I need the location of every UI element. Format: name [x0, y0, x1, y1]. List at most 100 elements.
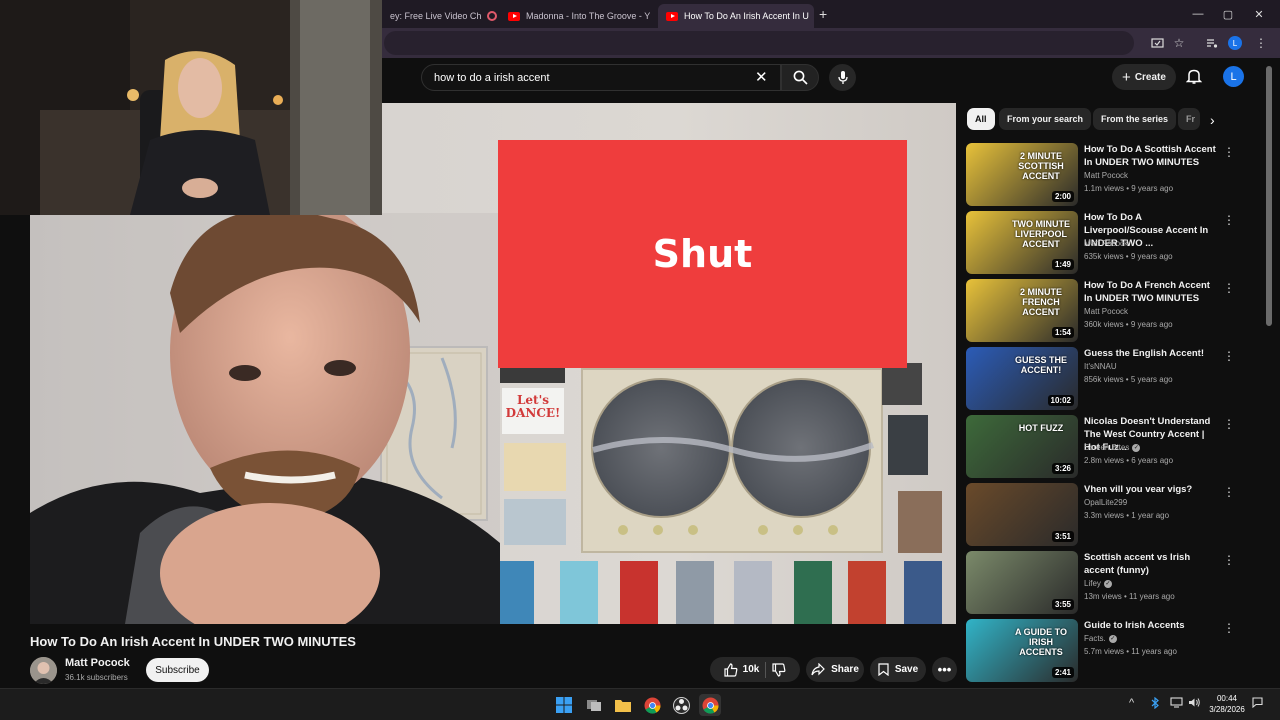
windows-start-icon[interactable] — [553, 694, 575, 716]
recommendation-item[interactable]: 3:55 Scottish accent vs Irish accent (fun… — [966, 551, 1235, 615]
chip-all[interactable]: All — [967, 108, 995, 130]
tab-irish-accent[interactable]: How To Do An Irish Accent In U ✕ — [658, 4, 814, 28]
recommendation-item[interactable]: GUESS THE ACCENT! 10:02 Guess the English … — [966, 347, 1235, 411]
dislike-button[interactable] — [772, 662, 786, 677]
more-vertical-icon[interactable]: ⋮ — [1223, 213, 1235, 227]
chip-from-your-search[interactable]: From your search — [999, 108, 1092, 130]
recommendation-channel[interactable]: Lifey ✓ — [1084, 579, 1112, 588]
video-thumbnail[interactable]: 3:51 — [966, 483, 1078, 546]
recommendation-meta: 2.8m views • 6 years ago — [1084, 456, 1174, 465]
video-duration: 10:02 — [1047, 395, 1074, 406]
video-thumbnail[interactable]: HOT FUZZ 3:26 — [966, 415, 1078, 478]
tab-twitch[interactable]: ey: Free Live Video Ch ✕ — [382, 4, 500, 28]
video-thumbnail[interactable]: 2 MINUTE SCOTTISH ACCENT 2:00 — [966, 143, 1078, 206]
clear-search-icon[interactable]: ✕ — [755, 68, 768, 86]
verified-badge-icon: ✓ — [1103, 579, 1112, 588]
recommendation-item[interactable]: 2 MINUTE SCOTTISH ACCENT 2:00 How To Do A … — [966, 143, 1235, 207]
channel-name: Matt Pocock — [1084, 307, 1129, 316]
recommendation-channel[interactable]: Matt Pocock — [1084, 307, 1128, 316]
media-icon[interactable] — [1203, 34, 1221, 52]
kebab-menu-icon[interactable]: ⋮ — [1252, 34, 1270, 52]
like-dislike-group: 10k — [710, 657, 800, 682]
address-bar[interactable] — [384, 31, 1134, 55]
recommendation-title[interactable]: Guess the English Accent! — [1084, 347, 1220, 360]
chrome-icon[interactable] — [641, 694, 663, 716]
obs-icon[interactable] — [670, 694, 692, 716]
recommendation-item[interactable]: 3:51 Vhen vill you vear vigs? OpalLite299 3… — [966, 483, 1235, 547]
notifications-bell-icon[interactable] — [1185, 68, 1203, 90]
voice-search-button[interactable] — [829, 64, 856, 91]
recommendation-channel[interactable]: Screen Bites ✓ — [1084, 443, 1141, 452]
recommendation-channel[interactable]: OpalLite299 — [1084, 498, 1127, 507]
subscribe-button[interactable]: Subscribe — [146, 658, 209, 682]
more-vertical-icon[interactable]: ⋮ — [1223, 281, 1235, 295]
recommendation-item[interactable]: A GUIDE TO IRISH ACCENTS 2:41 Guide to Iri… — [966, 619, 1235, 683]
more-vertical-icon[interactable]: ⋮ — [1223, 145, 1235, 159]
recommendation-item[interactable]: HOT FUZZ 3:26 Nicolas Doesn't Understand T… — [966, 415, 1235, 479]
bluetooth-icon[interactable] — [1150, 696, 1160, 712]
like-button[interactable]: 10k — [724, 662, 760, 677]
channel-name: Lifey — [1084, 579, 1101, 588]
recommendation-title[interactable]: How To Do A Scottish Accent In UNDER TWO… — [1084, 143, 1220, 169]
network-icon[interactable] — [1170, 697, 1183, 711]
recommendation-channel[interactable]: Matt Pocock — [1084, 171, 1128, 180]
bookmark-icon — [878, 663, 889, 676]
close-window-button[interactable]: ✕ — [1244, 4, 1274, 24]
account-avatar[interactable]: L — [1223, 66, 1244, 87]
recommendation-title[interactable]: How To Do A French Accent In UNDER TWO M… — [1084, 279, 1220, 305]
share-button[interactable]: Share — [806, 657, 864, 682]
save-button[interactable]: Save — [870, 657, 926, 682]
video-thumbnail[interactable]: 2 MINUTE FRENCH ACCENT 1:54 — [966, 279, 1078, 342]
recommendation-channel[interactable]: Matt Pocock — [1084, 239, 1128, 248]
tab-madonna[interactable]: Madonna - Into The Groove - Y ✕ — [500, 4, 656, 28]
channel-name[interactable]: Matt Pocock — [65, 657, 130, 669]
more-vertical-icon[interactable]: ⋮ — [1223, 417, 1235, 431]
like-count: 10k — [742, 664, 760, 675]
file-explorer-icon[interactable] — [612, 694, 634, 716]
overlay-text: Shut — [652, 232, 753, 276]
recommendation-title[interactable]: Vhen vill you vear vigs? — [1084, 483, 1220, 496]
maximize-button[interactable]: ▢ — [1213, 4, 1243, 24]
new-tab-button[interactable]: + — [819, 6, 827, 22]
more-vertical-icon[interactable]: ⋮ — [1223, 621, 1235, 635]
system-clock[interactable]: 00:44 3/28/2026 — [1205, 693, 1249, 715]
recommendation-item[interactable]: TWO MINUTE LIVERPOOL ACCENT 1:49 How To Do… — [966, 211, 1235, 275]
profile-button[interactable]: L — [1226, 34, 1244, 52]
create-button[interactable]: + Create — [1112, 64, 1176, 90]
book — [848, 561, 886, 624]
tab-label: Madonna - Into The Groove - Y — [526, 11, 651, 21]
more-vertical-icon[interactable]: ⋮ — [1223, 553, 1235, 567]
more-vertical-icon[interactable]: ⋮ — [1223, 485, 1235, 499]
cast-icon[interactable] — [1148, 34, 1166, 52]
tab-label: How To Do An Irish Accent In U — [684, 11, 809, 21]
recommendation-channel[interactable]: Facts. ✓ — [1084, 634, 1117, 643]
video-thumbnail[interactable]: TWO MINUTE LIVERPOOL ACCENT 1:49 — [966, 211, 1078, 274]
recommendation-item[interactable]: 2 MINUTE FRENCH ACCENT 1:54 How To Do A Fr… — [966, 279, 1235, 343]
chevron-right-icon[interactable]: › — [1210, 112, 1215, 128]
record-icon — [487, 11, 498, 21]
more-horizontal-icon: ••• — [937, 662, 952, 677]
video-thumbnail[interactable]: 3:55 — [966, 551, 1078, 614]
search-button[interactable] — [781, 64, 819, 91]
notification-center-icon[interactable] — [1252, 697, 1263, 711]
task-view-icon[interactable] — [583, 694, 605, 716]
chip-from-the-series[interactable]: From the series — [1093, 108, 1177, 130]
search-input[interactable]: how to do a irish accent — [421, 64, 781, 91]
volume-icon[interactable] — [1188, 697, 1201, 711]
recommendation-title[interactable]: Guide to Irish Accents — [1084, 619, 1220, 632]
chip-truncated[interactable]: Fr — [1178, 108, 1200, 130]
more-vertical-icon[interactable]: ⋮ — [1223, 349, 1235, 363]
minimize-button[interactable]: — — [1183, 4, 1213, 24]
recommendation-title[interactable]: Scottish accent vs Irish accent (funny) — [1084, 551, 1220, 577]
tray-overflow-chevron[interactable]: ^ — [1129, 697, 1134, 709]
bookmark-star-icon[interactable]: ☆ — [1170, 34, 1188, 52]
scrollbar-thumb[interactable] — [1266, 66, 1272, 326]
profile-avatar: L — [1228, 36, 1242, 50]
recommendation-channel[interactable]: It'sNNAU — [1084, 362, 1117, 371]
channel-avatar[interactable] — [30, 657, 57, 684]
chrome-profile-icon[interactable] — [699, 694, 721, 716]
more-actions-button[interactable]: ••• — [932, 657, 957, 682]
video-thumbnail[interactable]: A GUIDE TO IRISH ACCENTS 2:41 — [966, 619, 1078, 682]
recommendation-meta: 856k views • 5 years ago — [1084, 375, 1173, 384]
video-thumbnail[interactable]: GUESS THE ACCENT! 10:02 — [966, 347, 1078, 410]
